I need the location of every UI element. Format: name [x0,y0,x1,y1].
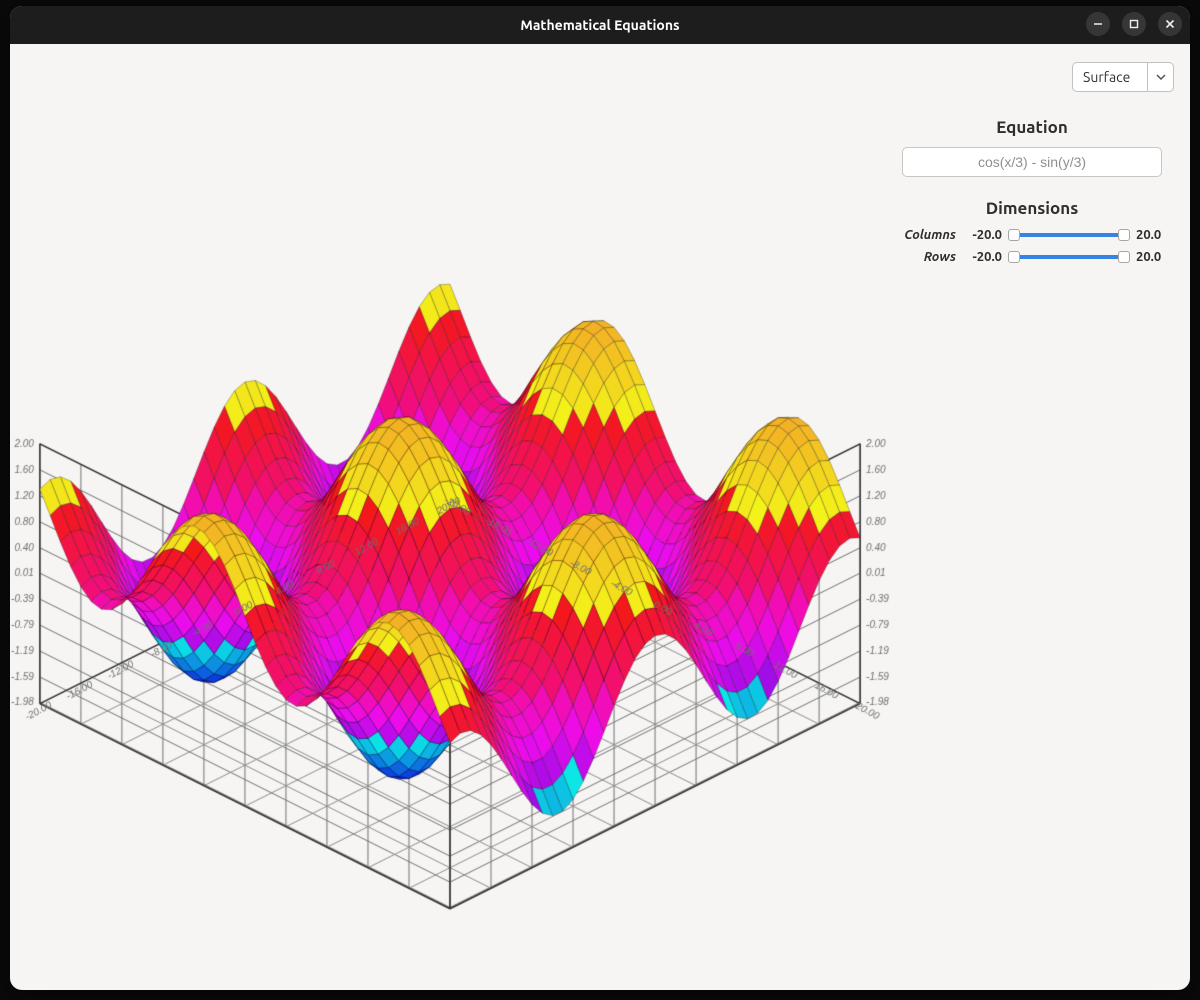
columns-min: -20.0 [962,228,1002,242]
rows-thumb-hi[interactable] [1118,251,1130,263]
rows-thumb-lo[interactable] [1008,251,1020,263]
rows-max: 20.0 [1136,250,1174,264]
rows-range-slider[interactable] [1008,251,1130,263]
maximize-icon [1129,19,1139,29]
chevron-down-icon [1147,63,1173,91]
dimensions-heading: Dimensions [890,199,1174,218]
equation-input[interactable] [902,147,1162,177]
close-button[interactable] [1158,12,1182,36]
content-area: Surface Equation Dimensions Columns -20.… [10,44,1190,990]
minimize-button[interactable] [1086,12,1110,36]
columns-track [1014,233,1124,237]
rows-track [1014,255,1124,259]
columns-thumb-lo[interactable] [1008,229,1020,241]
dimensions-grid: Columns -20.0 20.0 Rows -20.0 20.0 [890,228,1174,264]
maximize-button[interactable] [1122,12,1146,36]
surface-plot[interactable] [10,44,890,990]
window-controls [1086,12,1182,36]
columns-label: Columns [890,228,956,242]
rows-label: Rows [890,250,956,264]
window-title: Mathematical Equations [520,17,679,33]
app-window: Mathematical Equations Surface [10,6,1190,990]
plot-viewport[interactable] [10,44,890,990]
side-panel: Surface Equation Dimensions Columns -20.… [890,44,1190,990]
columns-thumb-hi[interactable] [1118,229,1130,241]
columns-range-slider[interactable] [1008,229,1130,241]
plot-type-dropdown[interactable]: Surface [1072,62,1174,92]
equation-heading: Equation [890,118,1174,137]
plot-type-value: Surface [1073,63,1147,91]
columns-max: 20.0 [1136,228,1174,242]
rows-min: -20.0 [962,250,1002,264]
titlebar: Mathematical Equations [10,6,1190,44]
minimize-icon [1093,19,1103,29]
close-icon [1165,19,1175,29]
